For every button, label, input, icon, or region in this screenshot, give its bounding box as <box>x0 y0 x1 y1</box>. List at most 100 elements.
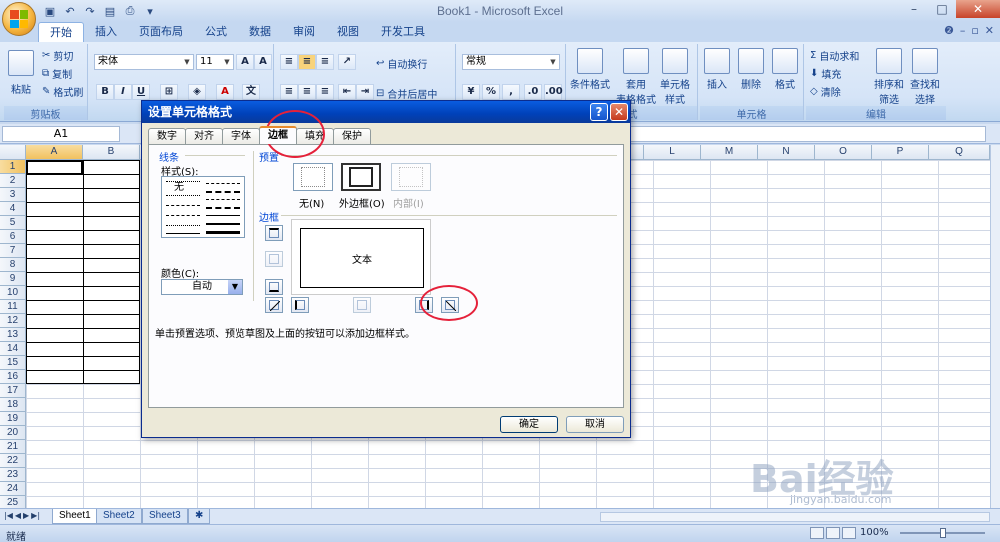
row-header[interactable]: 17 <box>0 384 26 398</box>
increase-decimal-button[interactable]: .0 <box>524 84 542 100</box>
select-all-corner[interactable] <box>0 145 26 160</box>
active-cell[interactable] <box>26 160 83 175</box>
line-style-option[interactable] <box>206 199 240 200</box>
tab-view[interactable]: 视图 <box>326 22 370 42</box>
sheet-tab-2[interactable]: Sheet2 <box>96 509 142 524</box>
column-header-l[interactable]: L <box>644 145 701 160</box>
help-icon[interactable]: ❷ <box>944 24 954 37</box>
delete-cells-button[interactable]: 删除 <box>738 48 764 91</box>
line-style-option[interactable] <box>166 225 200 226</box>
dialog-tab-protection[interactable]: 保护 <box>333 128 371 144</box>
increase-indent-button[interactable]: ⇥ <box>356 84 374 100</box>
align-bottom-button[interactable]: ≡ <box>316 54 334 70</box>
wrap-text-button[interactable]: ↩ 自动换行 <box>376 56 427 71</box>
line-style-option[interactable] <box>206 231 240 234</box>
row-header[interactable]: 7 <box>0 244 26 258</box>
horizontal-scrollbar[interactable] <box>600 512 990 522</box>
currency-button[interactable]: ¥ <box>462 84 480 100</box>
vertical-scrollbar[interactable] <box>990 145 1000 508</box>
row-header[interactable]: 21 <box>0 440 26 454</box>
align-center-button[interactable]: ≡ <box>298 84 316 100</box>
first-sheet-icon[interactable]: |◀ <box>4 511 13 520</box>
line-style-option[interactable] <box>166 195 200 196</box>
sheet-tab-1[interactable]: Sheet1 <box>52 509 98 524</box>
new-sheet-tab[interactable]: ✱ <box>188 509 211 524</box>
sort-filter-button[interactable]: 排序和 筛选 <box>874 48 904 106</box>
page-break-view-button[interactable] <box>842 527 856 539</box>
next-sheet-icon[interactable]: ▶ <box>23 511 29 520</box>
normal-view-button[interactable] <box>810 527 824 539</box>
row-header[interactable]: 10 <box>0 286 26 300</box>
ribbon-minimize-icon[interactable]: – <box>960 24 966 37</box>
color-select[interactable]: 自动 ▼ <box>161 279 243 295</box>
row-header[interactable]: 11 <box>0 300 26 314</box>
line-style-option[interactable] <box>166 181 200 182</box>
merge-center-button[interactable]: ⊟ 合并后居中 <box>376 86 437 101</box>
align-left-button[interactable]: ≡ <box>280 84 298 100</box>
borders-button[interactable]: ⊞ <box>160 84 178 100</box>
line-style-list[interactable]: 无 <box>161 176 245 238</box>
column-header-o[interactable]: O <box>815 145 872 160</box>
row-header[interactable]: 12 <box>0 314 26 328</box>
preset-inside-button[interactable] <box>391 163 431 191</box>
column-header-n[interactable]: N <box>758 145 815 160</box>
border-inside-vertical-button[interactable] <box>353 297 371 313</box>
line-style-option[interactable] <box>206 207 240 209</box>
tab-home[interactable]: 开始 <box>38 22 84 42</box>
font-size-select[interactable]: 11 ▼ <box>196 54 234 70</box>
row-header[interactable]: 2 <box>0 174 26 188</box>
line-style-option[interactable] <box>206 191 240 193</box>
bold-button[interactable]: B <box>96 84 114 100</box>
border-top-button[interactable] <box>265 225 283 241</box>
italic-button[interactable]: I <box>114 84 132 100</box>
percent-button[interactable]: % <box>482 84 500 100</box>
row-header[interactable]: 9 <box>0 272 26 286</box>
page-layout-view-button[interactable] <box>826 527 840 539</box>
dialog-tab-border[interactable]: 边框 <box>259 126 297 144</box>
row-header[interactable]: 8 <box>0 258 26 272</box>
row-header[interactable]: 24 <box>0 482 26 496</box>
phonetic-button[interactable]: 文 <box>242 84 260 100</box>
font-color-button[interactable]: A <box>216 84 234 100</box>
cell-styles-button[interactable]: 单元格 样式 <box>660 48 690 106</box>
column-header-b[interactable]: B <box>83 145 140 160</box>
row-header[interactable]: 22 <box>0 454 26 468</box>
column-header-m[interactable]: M <box>701 145 758 160</box>
row-header[interactable]: 23 <box>0 468 26 482</box>
maximize-button[interactable]: □ <box>928 0 956 18</box>
row-header[interactable]: 1 <box>0 160 26 174</box>
zoom-level[interactable]: 100% <box>860 527 889 538</box>
copy-button[interactable]: ⧉ 复制 <box>42 66 72 81</box>
border-diagonal-up-button[interactable] <box>265 297 283 313</box>
zoom-slider-knob[interactable] <box>940 528 946 538</box>
line-style-option[interactable] <box>166 215 200 216</box>
row-header[interactable]: 20 <box>0 426 26 440</box>
row-header[interactable]: 5 <box>0 216 26 230</box>
dialog-tab-alignment[interactable]: 对齐 <box>185 128 223 144</box>
sheet-tab-3[interactable]: Sheet3 <box>142 509 188 524</box>
row-header[interactable]: 16 <box>0 370 26 384</box>
row-header[interactable]: 4 <box>0 202 26 216</box>
preview-text[interactable]: 文本 <box>300 228 424 288</box>
cut-button[interactable]: ✂ 剪切 <box>42 48 73 63</box>
border-left-button[interactable] <box>291 297 309 313</box>
row-header[interactable]: 3 <box>0 188 26 202</box>
line-style-option[interactable] <box>166 205 200 206</box>
border-preview[interactable]: 文本 <box>291 219 431 295</box>
preset-none-button[interactable] <box>293 163 333 191</box>
line-style-option[interactable] <box>206 183 240 184</box>
ribbon-close-icon[interactable]: ✕ <box>985 24 994 37</box>
dialog-tab-number[interactable]: 数字 <box>148 128 186 144</box>
border-bottom-button[interactable] <box>265 279 283 295</box>
minimize-button[interactable]: – <box>900 0 928 18</box>
find-select-button[interactable]: 查找和 选择 <box>910 48 940 106</box>
office-button[interactable] <box>2 2 36 36</box>
row-header[interactable]: 25 <box>0 496 26 508</box>
dialog-help-button[interactable]: ? <box>590 103 608 121</box>
orientation-button[interactable]: ↗ <box>338 54 356 70</box>
tab-developer[interactable]: 开发工具 <box>370 22 436 42</box>
align-middle-button[interactable]: ≡ <box>298 54 316 70</box>
tab-insert[interactable]: 插入 <box>84 22 128 42</box>
column-header-a[interactable]: A <box>26 145 83 160</box>
zoom-slider[interactable] <box>900 528 985 538</box>
